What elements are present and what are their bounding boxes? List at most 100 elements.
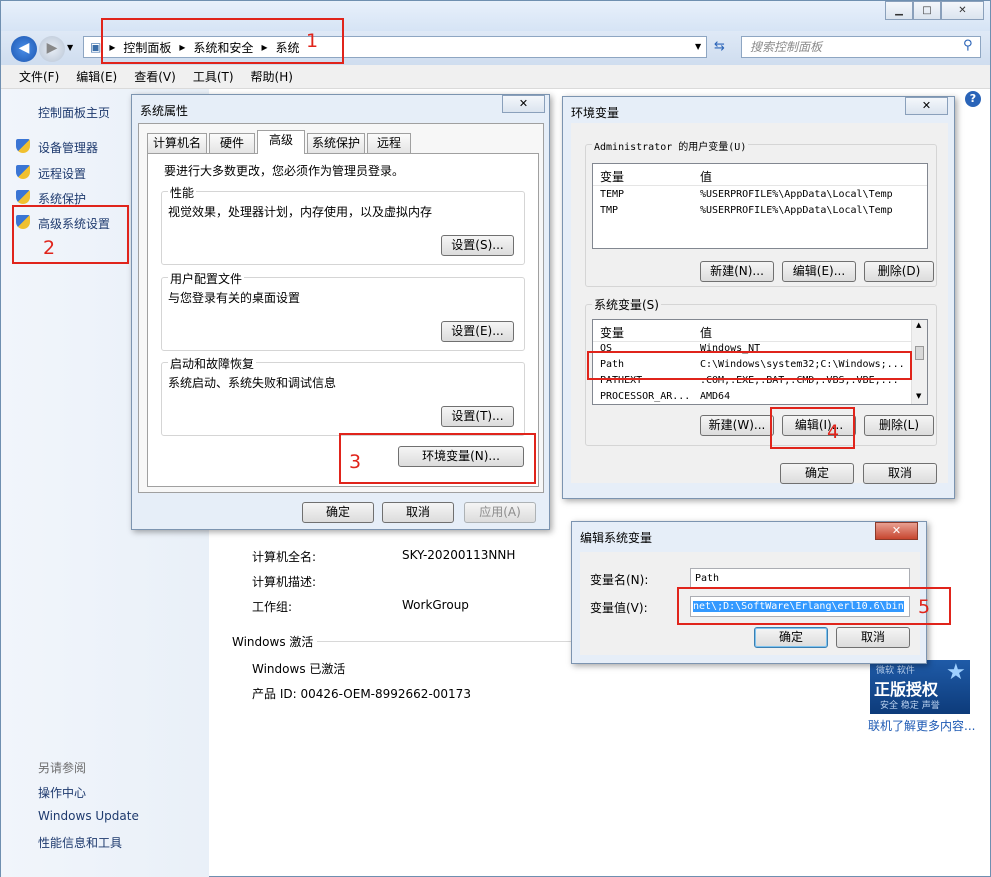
control-panel-home-link[interactable]: 控制面板主页 — [38, 104, 110, 121]
group-desc: 与您登录有关的桌面设置 — [168, 291, 301, 305]
group-title: 系统变量(S) — [592, 296, 661, 313]
computer-full-name-value: SKY-20200113NNH — [402, 548, 516, 562]
history-dropdown-icon[interactable]: ▼ — [67, 43, 73, 52]
see-also-windows-update[interactable]: Windows Update — [38, 809, 139, 823]
close-icon[interactable]: ✕ — [502, 95, 545, 113]
tab-computer-name[interactable]: 计算机名 — [147, 133, 207, 153]
see-also-title: 另请参阅 — [38, 761, 87, 775]
back-arrow-icon[interactable]: ◀ — [11, 36, 37, 62]
row-value: %USERPROFILE%\AppData\Local\Temp — [700, 189, 893, 200]
menu-help[interactable]: 帮助(H) — [251, 68, 293, 85]
genuine-badge: 微软 软件 正版授权 安全 稳定 声誉 ★ — [870, 660, 970, 714]
user-edit-button[interactable]: 编辑(E)... — [782, 261, 856, 282]
menu-view[interactable]: 查看(V) — [134, 68, 176, 85]
profile-settings-button[interactable]: 设置(E)... — [441, 321, 514, 342]
refresh-icon[interactable]: ⇆ — [714, 39, 725, 54]
sidebar-item-device-manager[interactable]: 设备管理器 — [38, 139, 98, 156]
search-icon[interactable]: ⚲ — [963, 38, 973, 53]
close-icon[interactable]: ✕ — [875, 522, 918, 540]
user-new-button[interactable]: 新建(N)... — [700, 261, 774, 282]
list-header: 变量 值 — [593, 320, 927, 342]
close-icon[interactable]: ✕ — [905, 97, 948, 115]
row-value: AMD64 — [700, 391, 731, 402]
user-variables-group: Administrator 的用户变量(U) 变量 值 TEMP %USERPR… — [585, 138, 937, 287]
column-header[interactable]: 变量 — [600, 168, 624, 185]
computer-desc-label: 计算机描述: — [252, 575, 317, 589]
cancel-button[interactable]: 取消 — [863, 463, 937, 484]
divider — [317, 641, 572, 642]
cancel-button[interactable]: 取消 — [382, 502, 454, 523]
tab-hardware[interactable]: 硬件 — [209, 133, 255, 153]
group-title: 启动和故障恢复 — [168, 355, 257, 372]
column-header[interactable]: 变量 — [600, 324, 624, 341]
table-row[interactable]: TEMP %USERPROFILE%\AppData\Local\Temp — [593, 188, 927, 204]
search-input[interactable]: 搜索控制面板 — [741, 36, 981, 58]
startup-recovery-group: 启动和故障恢复 系统启动、系统失败和调试信息 设置(T)... — [161, 355, 525, 436]
see-also-action-center[interactable]: 操作中心 — [38, 784, 86, 801]
forward-arrow-icon[interactable]: ▶ — [39, 36, 65, 62]
ok-button[interactable]: 确定 — [754, 627, 828, 648]
annotation-box — [587, 351, 912, 380]
annotation-number: 1 — [306, 30, 319, 52]
minimize-icon[interactable]: ▁ — [885, 1, 913, 20]
menu-edit[interactable]: 编辑(E) — [76, 68, 117, 85]
table-row[interactable]: TMP %USERPROFILE%\AppData\Local\Temp — [593, 204, 927, 220]
menu-file[interactable]: 文件(F) — [19, 68, 59, 85]
annotation-number: 5 — [918, 596, 931, 618]
annotation-box — [770, 407, 855, 449]
group-title: Administrator 的用户变量(U) — [592, 138, 749, 153]
dialog-title: 环境变量 — [571, 106, 620, 120]
annotation-number: 3 — [349, 451, 362, 473]
shield-icon — [16, 190, 30, 204]
shield-icon — [16, 139, 30, 153]
group-title: 性能 — [168, 184, 197, 201]
sidebar-item-remote-settings[interactable]: 远程设置 — [38, 165, 86, 182]
annotation-number: 4 — [827, 421, 840, 443]
shield-icon — [16, 165, 30, 179]
scroll-down-icon[interactable]: ▼ — [916, 392, 921, 400]
startup-settings-button[interactable]: 设置(T)... — [441, 406, 514, 427]
tab-system-protection[interactable]: 系统保护 — [307, 133, 365, 153]
tab-remote[interactable]: 远程 — [367, 133, 411, 153]
row-name: TMP — [600, 205, 619, 216]
ok-button[interactable]: 确定 — [780, 463, 854, 484]
computer-full-name-label: 计算机全名: — [252, 550, 317, 564]
maximize-icon[interactable]: □ — [913, 1, 941, 20]
performance-settings-button[interactable]: 设置(S)... — [441, 235, 514, 256]
group-title: 用户配置文件 — [168, 270, 245, 287]
column-header[interactable]: 值 — [700, 168, 712, 185]
cancel-button[interactable]: 取消 — [836, 627, 910, 648]
scrollbar-thumb[interactable] — [915, 346, 924, 360]
menu-tools[interactable]: 工具(T) — [193, 68, 234, 85]
variable-name-input[interactable]: Path — [690, 568, 910, 589]
badge-top-text: 微软 软件 — [876, 666, 915, 676]
menu-bar: 文件(F) 编辑(E) 查看(V) 工具(T) 帮助(H) — [1, 65, 990, 89]
workgroup-value: WorkGroup — [402, 598, 469, 612]
activation-title: Windows 激活 — [232, 635, 314, 649]
admin-note: 要进行大多数更改，您必须作为管理员登录。 — [164, 164, 405, 178]
scrollbar[interactable]: ▲ ▼ — [911, 320, 927, 404]
learn-more-link[interactable]: 联机了解更多内容... — [868, 717, 975, 734]
apply-button[interactable]: 应用(A) — [464, 502, 536, 523]
tab-advanced[interactable]: 高级 — [257, 130, 305, 154]
performance-group: 性能 视觉效果，处理器计划，内存使用，以及虚拟内存 设置(S)... — [161, 184, 525, 265]
scroll-up-icon[interactable]: ▲ — [916, 321, 921, 329]
user-profile-group: 用户配置文件 与您登录有关的桌面设置 设置(E)... — [161, 270, 525, 351]
badge-main-text: 正版授权 — [874, 680, 939, 699]
column-header[interactable]: 值 — [700, 324, 712, 341]
dialog-title: 编辑系统变量 — [580, 531, 653, 545]
activation-status: Windows 已激活 — [252, 662, 346, 676]
row-value: %USERPROFILE%\AppData\Local\Temp — [700, 205, 893, 216]
table-row[interactable]: PROCESSOR_AR... AMD64 — [593, 390, 927, 404]
list-header: 变量 值 — [593, 164, 927, 186]
ok-button[interactable]: 确定 — [302, 502, 374, 523]
user-variables-list[interactable]: 变量 值 TEMP %USERPROFILE%\AppData\Local\Te… — [592, 163, 928, 249]
help-icon[interactable]: ? — [965, 91, 981, 107]
see-also-performance-tools[interactable]: 性能信息和工具 — [38, 834, 122, 851]
system-new-button[interactable]: 新建(W)... — [700, 415, 774, 436]
close-icon[interactable]: ✕ — [941, 1, 984, 20]
annotation-box — [339, 433, 536, 484]
system-delete-button[interactable]: 删除(L) — [864, 415, 934, 436]
address-dropdown-icon[interactable]: ▼ — [695, 42, 701, 51]
user-delete-button[interactable]: 删除(D) — [864, 261, 934, 282]
